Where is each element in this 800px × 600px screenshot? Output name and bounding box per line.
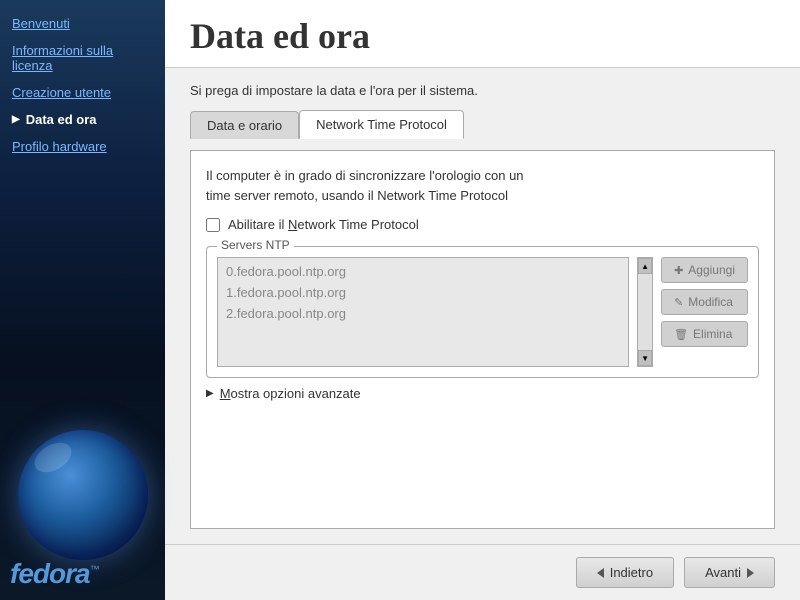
ntp-description: Il computer è in grado di sincronizzare … bbox=[206, 166, 759, 205]
edit-server-button[interactable]: ✎ Modifica bbox=[661, 289, 748, 315]
footer: Indietro Avanti bbox=[165, 544, 800, 600]
list-item: 1.fedora.pool.ntp.org bbox=[222, 283, 624, 302]
plus-icon: ✚ bbox=[674, 264, 683, 277]
sidebar-item-benvenuti[interactable]: Benvenuti bbox=[0, 10, 165, 37]
fedora-logo: fedora™ bbox=[10, 558, 99, 590]
enable-ntp-row: Abilitare il Network Time Protocol bbox=[206, 217, 759, 232]
servers-group-legend: Servers NTP bbox=[217, 238, 294, 252]
advanced-options-row[interactable]: ▶ Mostra opzioni avanzate bbox=[206, 386, 759, 401]
servers-list: 0.fedora.pool.ntp.org 1.fedora.pool.ntp.… bbox=[217, 257, 629, 367]
tab-bar: Data e orario Network Time Protocol bbox=[190, 110, 775, 139]
scrollbar-down-arrow[interactable]: ▼ bbox=[638, 350, 652, 366]
tab-ntp[interactable]: Network Time Protocol bbox=[299, 110, 464, 139]
back-arrow-icon bbox=[597, 568, 604, 578]
page-header: Data ed ora bbox=[165, 0, 800, 68]
advanced-arrow-icon: ▶ bbox=[206, 388, 214, 399]
sidebar-item-creazione[interactable]: Creazione utente bbox=[0, 79, 165, 106]
forward-button[interactable]: Avanti bbox=[684, 557, 775, 588]
globe-decoration bbox=[18, 430, 148, 560]
tab-content-ntp: Il computer è in grado di sincronizzare … bbox=[190, 150, 775, 529]
list-item: 0.fedora.pool.ntp.org bbox=[222, 262, 624, 281]
servers-scrollbar[interactable]: ▲ ▼ bbox=[637, 257, 653, 367]
add-server-button[interactable]: ✚ Aggiungi bbox=[661, 257, 748, 283]
back-button[interactable]: Indietro bbox=[576, 557, 674, 588]
sidebar: Benvenuti Informazioni sulla licenza Cre… bbox=[0, 0, 165, 600]
scrollbar-up-arrow[interactable]: ▲ bbox=[638, 258, 652, 274]
sidebar-item-profilo[interactable]: Profilo hardware bbox=[0, 133, 165, 160]
delete-icon: 🗑 bbox=[674, 328, 688, 341]
page-description: Si prega di impostare la data e l'ora pe… bbox=[190, 83, 775, 98]
tab-data-orario[interactable]: Data e orario bbox=[190, 111, 299, 139]
delete-server-button[interactable]: 🗑 Elimina bbox=[661, 321, 748, 347]
servers-ntp-group: Servers NTP 0.fedora.pool.ntp.org 1.fedo… bbox=[206, 246, 759, 378]
sidebar-item-informazioni[interactable]: Informazioni sulla licenza bbox=[0, 37, 165, 79]
enable-ntp-label: Abilitare il Network Time Protocol bbox=[228, 217, 419, 232]
edit-icon: ✎ bbox=[674, 296, 683, 309]
page-title: Data ed ora bbox=[190, 15, 775, 57]
scrollbar-track bbox=[638, 274, 652, 350]
server-action-buttons: ✚ Aggiungi ✎ Modifica 🗑 Elimina bbox=[661, 257, 748, 347]
main-content: Data ed ora Si prega di impostare la dat… bbox=[165, 0, 800, 600]
forward-arrow-icon bbox=[747, 568, 754, 578]
advanced-options-label: Mostra opzioni avanzate bbox=[220, 386, 361, 401]
enable-ntp-checkbox[interactable] bbox=[206, 218, 220, 232]
sidebar-item-data[interactable]: Data ed ora bbox=[0, 106, 165, 133]
list-item: 2.fedora.pool.ntp.org bbox=[222, 304, 624, 323]
servers-list-container: 0.fedora.pool.ntp.org 1.fedora.pool.ntp.… bbox=[217, 257, 629, 367]
content-area: Si prega di impostare la data e l'ora pe… bbox=[165, 68, 800, 544]
